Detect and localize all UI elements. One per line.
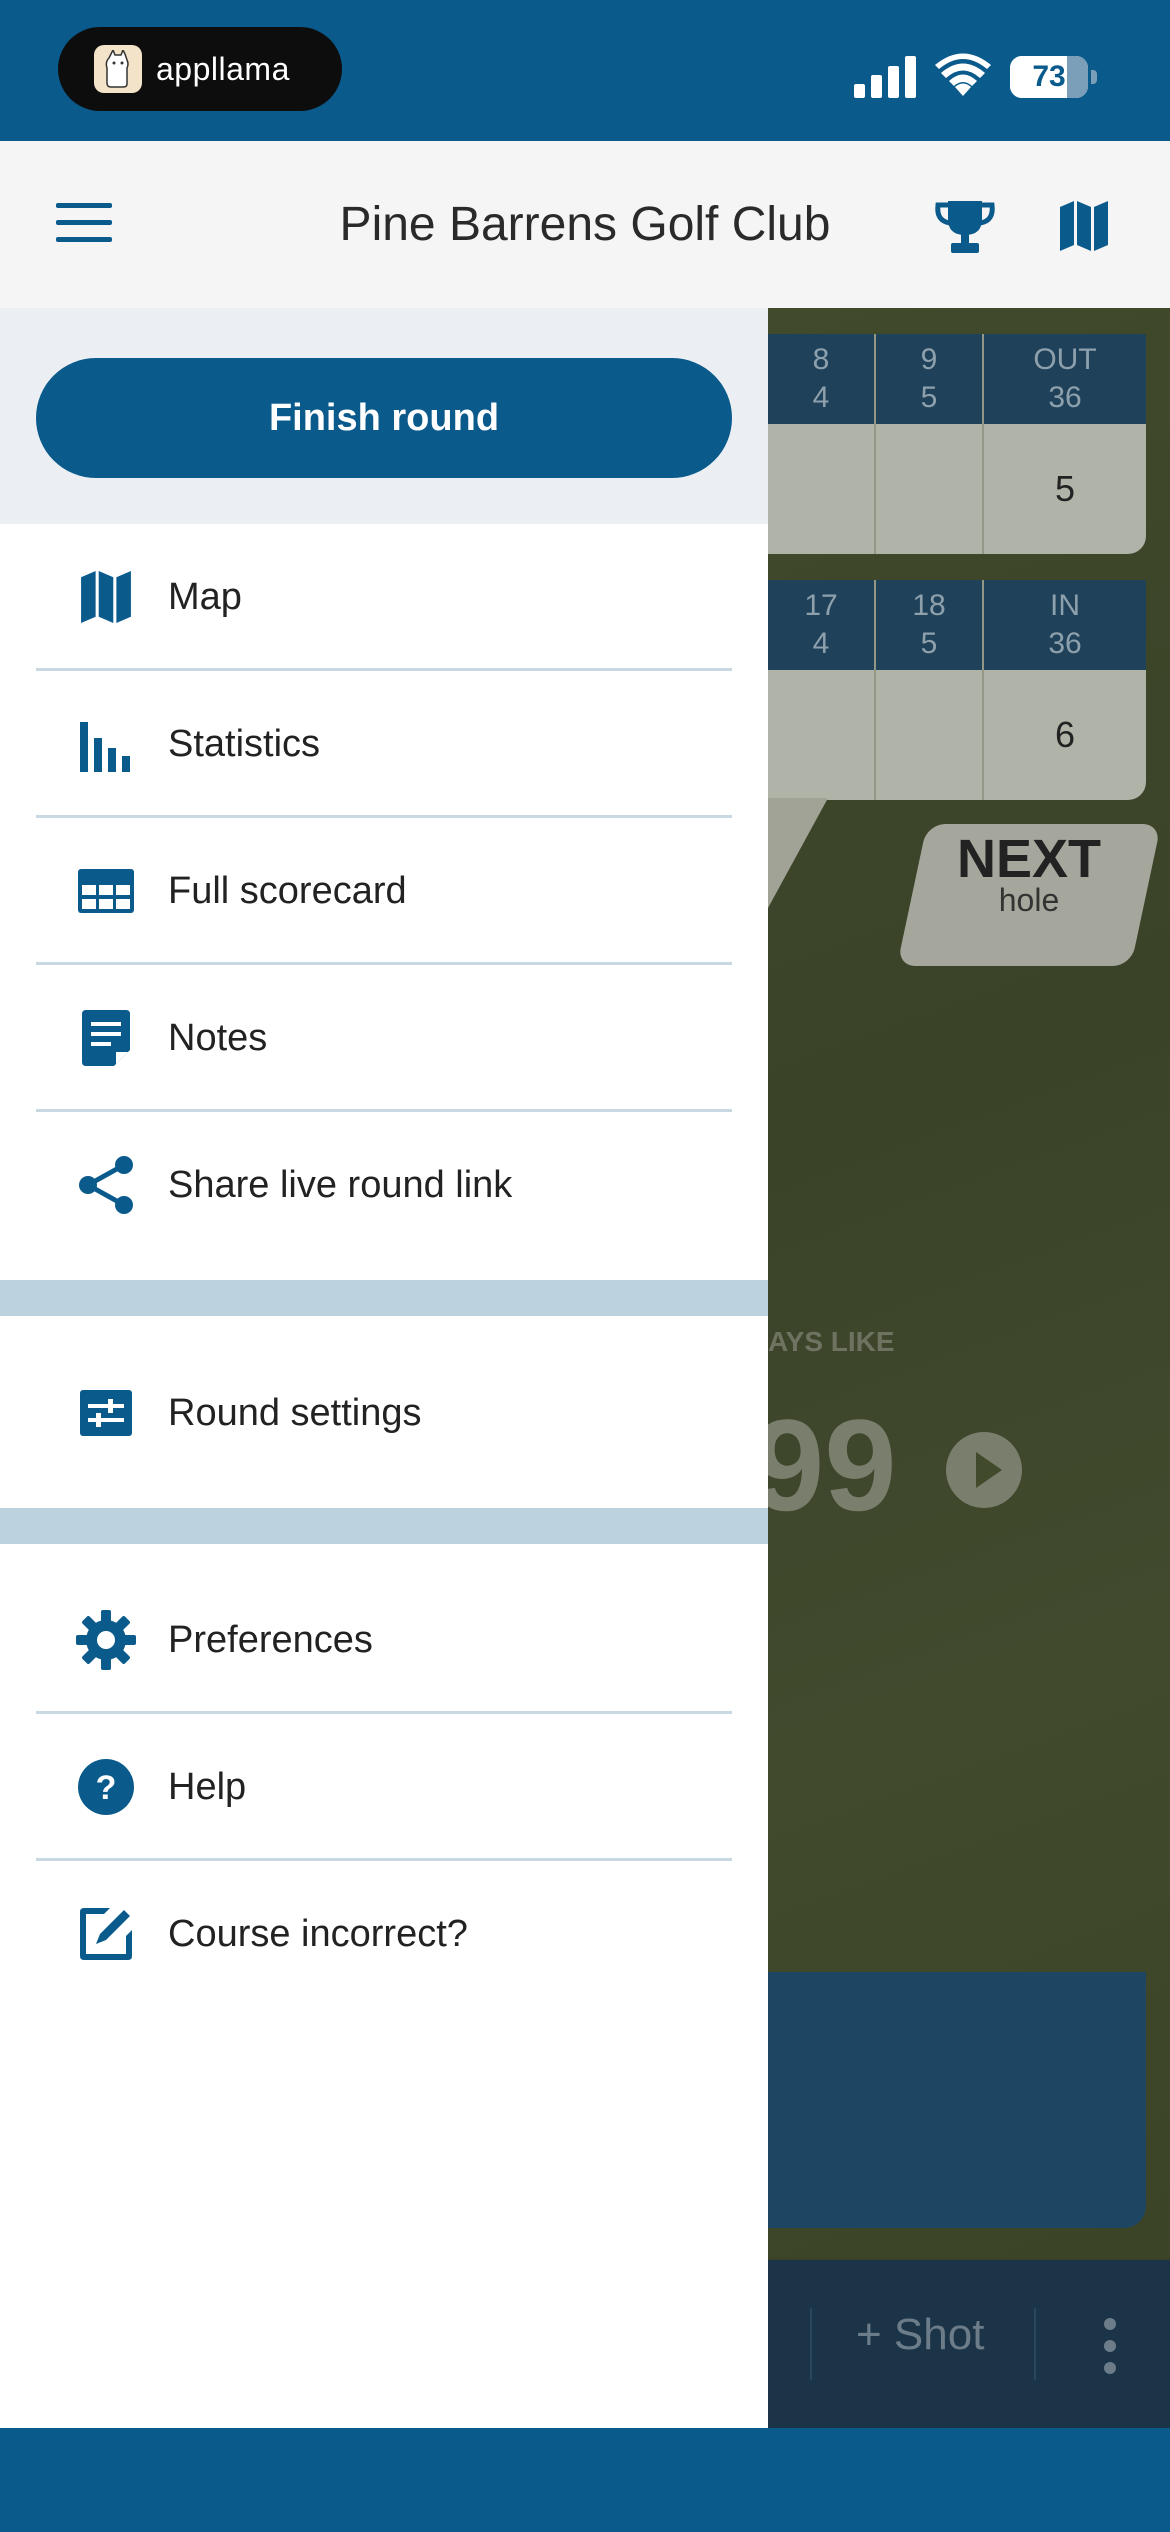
wifi-icon — [935, 53, 991, 96]
status-bar: appllama 73 — [0, 0, 1170, 141]
side-drawer: Finish round Map Statistics Full scoreca… — [0, 308, 768, 2428]
map-icon — [76, 567, 136, 627]
app-indicator-pill: appllama — [58, 27, 342, 111]
add-shot-button: + Shot — [856, 2310, 985, 2359]
round-screen-background: 84 95 OUT 36 5 17 4 18 5 IN 36 6 NEXT hole A… — [768, 308, 1170, 2428]
drawer-item-statistics[interactable]: Statistics — [0, 671, 768, 817]
drawer-item-course-incorrect[interactable]: Course incorrect? — [0, 1861, 768, 2007]
drawer-item-label: Course incorrect? — [168, 1912, 468, 1955]
battery-percentage: 73 — [1032, 60, 1066, 93]
trophy-icon[interactable] — [934, 199, 996, 255]
drawer-item-round-settings[interactable]: Round settings — [0, 1340, 768, 1486]
section-separator — [0, 1280, 768, 1316]
section-separator — [0, 1508, 768, 1544]
battery-icon: 73 — [1010, 56, 1088, 98]
notes-icon — [76, 1008, 136, 1068]
play-icon — [946, 1432, 1022, 1508]
plays-like-label: AYS LIKE — [768, 1326, 895, 1357]
more-icon — [1104, 2318, 1116, 2384]
in-total-score: 6 — [1054, 714, 1076, 755]
scorecard-back-nine: 17 4 18 5 IN 36 6 — [768, 580, 1146, 800]
gear-icon — [76, 1610, 136, 1670]
edit-icon — [76, 1904, 136, 1964]
bottom-toolbar: + Shot — [768, 2260, 1170, 2428]
drawer-item-preferences[interactable]: Preferences — [0, 1567, 768, 1713]
llama-logo-icon — [94, 45, 142, 93]
drawer-item-label: Help — [168, 1765, 247, 1808]
drawer-item-label: Notes — [168, 1016, 268, 1059]
drawer-item-label: Preferences — [168, 1618, 373, 1661]
out-total-score: 5 — [1054, 468, 1076, 509]
finish-round-button[interactable]: Finish round — [36, 358, 732, 478]
app-header: Pine Barrens Golf Club — [0, 141, 1170, 308]
drawer-item-label: Share live round link — [168, 1163, 513, 1206]
drawer-item-full-scorecard[interactable]: Full scorecard — [0, 818, 768, 964]
drawer-item-notes[interactable]: Notes — [0, 965, 768, 1111]
scorecard-front-nine: 84 95 OUT 36 5 — [768, 334, 1146, 554]
drawer-item-label: Statistics — [168, 722, 321, 765]
drawer-item-label: Round settings — [168, 1391, 422, 1434]
sliders-icon — [76, 1383, 136, 1443]
bar-chart-icon — [76, 714, 136, 774]
svg-text:?: ? — [96, 1769, 117, 1807]
drawer-item-share-live-round-link[interactable]: Share live round link — [0, 1112, 768, 1258]
menu-icon[interactable] — [56, 203, 112, 243]
drawer-item-label: Full scorecard — [168, 869, 407, 912]
table-icon — [76, 861, 136, 921]
bottom-bar — [0, 2428, 1170, 2532]
drawer-item-label: Map — [168, 575, 242, 618]
drawer-item-help[interactable]: ? Help — [0, 1714, 768, 1860]
share-icon — [76, 1155, 136, 1215]
map-icon[interactable] — [1058, 201, 1110, 251]
distance-value: 99 — [768, 1392, 897, 1538]
info-card — [768, 1972, 1146, 2228]
help-icon: ? — [76, 1757, 136, 1817]
next-hole-label: NEXT hole — [956, 829, 1102, 918]
drawer-top: Finish round — [0, 308, 768, 524]
app-name: appllama — [156, 50, 290, 87]
drawer-item-map[interactable]: Map — [0, 524, 768, 670]
battery-nub — [1091, 70, 1097, 84]
cellular-signal-icon — [854, 56, 916, 98]
